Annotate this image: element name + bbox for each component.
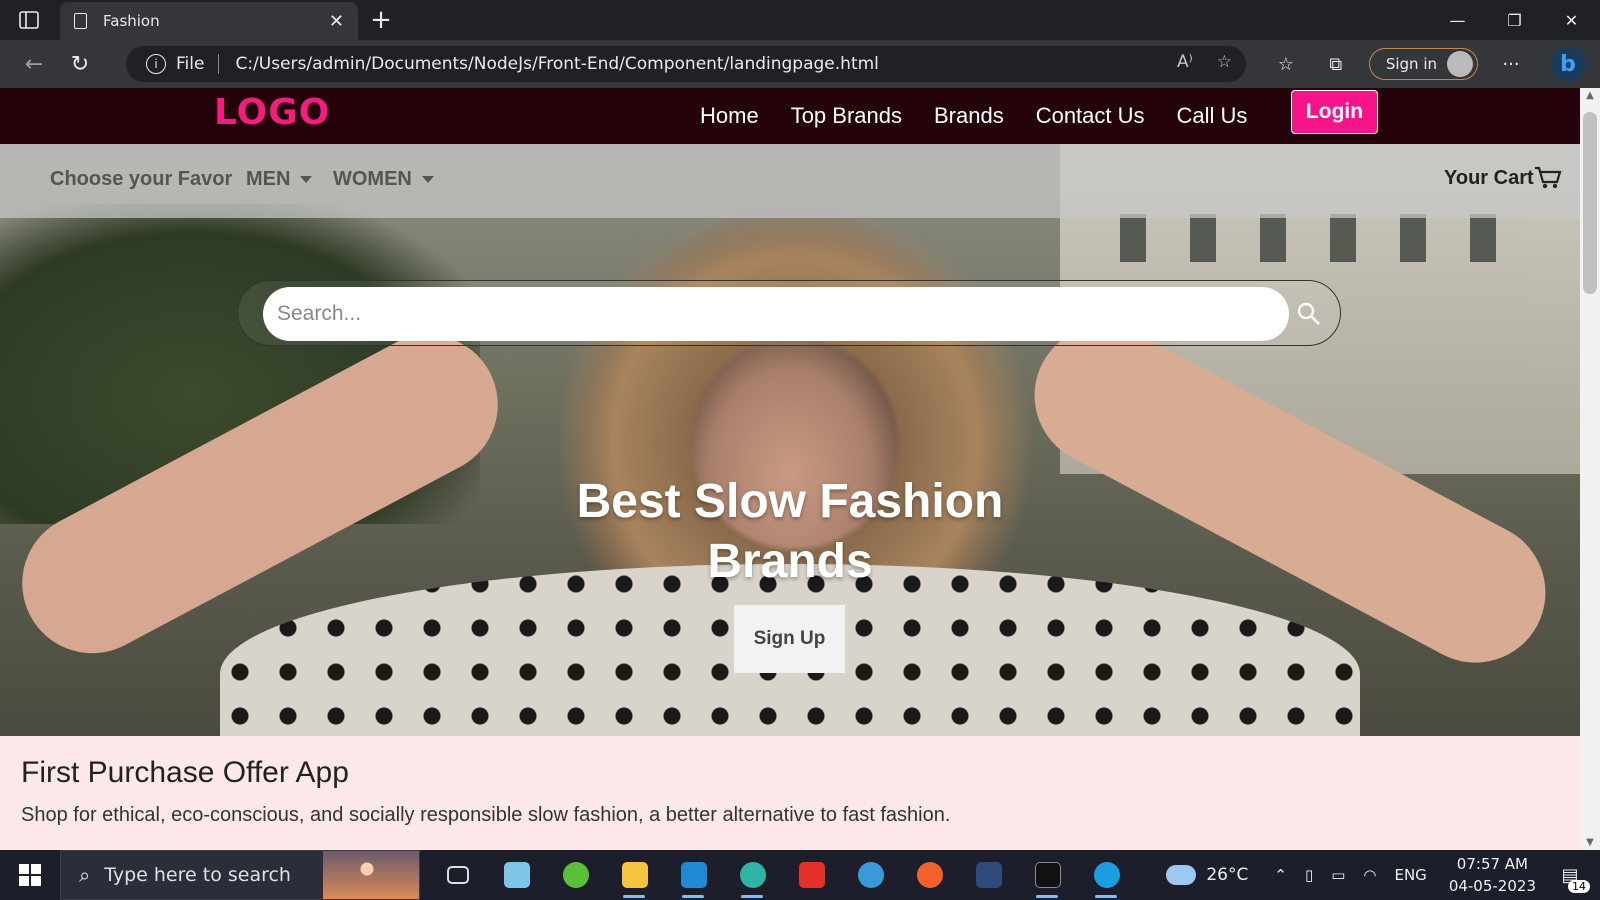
vscode-icon[interactable] <box>664 850 723 900</box>
login-button[interactable]: Login <box>1291 90 1378 134</box>
sign-up-button[interactable]: Sign Up <box>734 605 845 673</box>
address-bar: ← ↻ i File C:/Users/admin/Documents/Node… <box>0 40 1600 88</box>
clock[interactable]: 07:57 AM 04-05-2023 <box>1449 853 1536 897</box>
nav-home[interactable]: Home <box>700 103 759 129</box>
hero-headline: Best Slow Fashion Brands <box>576 475 1004 588</box>
restore-icon[interactable]: ❐ <box>1486 0 1543 40</box>
windows-taskbar: ⌕ Type here to search 26°C ⌃ ▯ ▭ ◠ ENG 0… <box>0 850 1600 900</box>
men-label: MEN <box>246 168 291 190</box>
node-app-icon[interactable] <box>546 850 605 900</box>
search-highlight-image <box>323 851 419 899</box>
offer-section: First Purchase Offer App Shop for ethica… <box>0 736 1580 850</box>
network-app-icon[interactable] <box>959 850 1018 900</box>
wifi-icon[interactable]: ◠ <box>1363 866 1376 884</box>
favorites-icon[interactable]: ☆ <box>1261 54 1311 75</box>
more-menu-icon[interactable]: ··· <box>1486 54 1536 75</box>
chevron-up-icon[interactable]: ⌃ <box>1274 866 1287 884</box>
wps-office-icon[interactable] <box>782 850 841 900</box>
page-viewport: LOGO Home Top Brands Brands Contact Us C… <box>0 88 1580 850</box>
top-navbar: LOGO Home Top Brands Brands Contact Us C… <box>0 88 1580 144</box>
url-divider <box>218 54 220 74</box>
cloud-icon <box>1166 865 1197 885</box>
weather-temp: 26°C <box>1206 865 1249 885</box>
read-aloud-icon[interactable]: A⁾ <box>1177 52 1193 72</box>
edge-browser-icon[interactable] <box>1077 850 1136 900</box>
cart-label: Your Cart <box>1444 166 1534 189</box>
task-view-icon[interactable] <box>428 850 487 900</box>
url-scheme: File <box>176 54 205 74</box>
category-bar: Choose your Favor MEN WOMEN Your Cart <box>0 144 1580 218</box>
chevron-down-icon <box>421 176 434 184</box>
bing-icon[interactable]: b <box>1550 46 1586 82</box>
file-explorer-icon[interactable] <box>605 850 664 900</box>
notepad-icon[interactable] <box>487 850 546 900</box>
offer-text: Shop for ethical, eco-conscious, and soc… <box>21 804 951 826</box>
hero-section: Choose your Favor MEN WOMEN Your Cart Be… <box>0 144 1580 736</box>
women-label: WOMEN <box>333 168 412 190</box>
logo[interactable]: LOGO <box>214 92 330 133</box>
scroll-down-icon[interactable]: ▼ <box>1584 837 1596 848</box>
nav-brands[interactable]: Brands <box>934 103 1004 129</box>
page-scrollbar[interactable]: ▲ ▼ <box>1580 88 1600 850</box>
main-nav: Home Top Brands Brands Contact Us Call U… <box>700 88 1279 144</box>
search-icon[interactable] <box>1290 295 1328 333</box>
tab-title: Fashion <box>103 12 160 30</box>
choose-favor-label: Choose your Favor <box>50 168 233 190</box>
browser-tab[interactable]: Fashion ✕ <box>60 2 358 40</box>
window-controls: — ❐ ✕ <box>1429 0 1600 40</box>
device-icon[interactable]: ▯ <box>1305 866 1313 884</box>
close-tab-icon[interactable]: ✕ <box>329 11 344 32</box>
notifications-icon[interactable]: ▤ 14 <box>1550 855 1590 895</box>
battery-icon[interactable]: ▭ <box>1331 866 1345 884</box>
search-icon: ⌕ <box>79 863 91 887</box>
cart-icon <box>1534 166 1562 189</box>
nav-contact-us[interactable]: Contact Us <box>1036 103 1145 129</box>
document-icon <box>74 13 87 29</box>
minimize-icon[interactable]: — <box>1429 0 1486 40</box>
avatar <box>1447 51 1473 77</box>
men-dropdown[interactable]: MEN <box>246 168 313 191</box>
close-window-icon[interactable]: ✕ <box>1543 0 1600 40</box>
scrollbar-thumb[interactable] <box>1583 112 1597 294</box>
new-tab-icon[interactable]: + <box>366 4 396 36</box>
taskbar-apps <box>428 850 1136 900</box>
url-text[interactable]: C:/Users/admin/Documents/NodeJs/Front-En… <box>235 54 878 74</box>
sign-in-label: Sign in <box>1385 55 1437 73</box>
taskbar-search[interactable]: ⌕ Type here to search <box>60 850 420 900</box>
taskbar-search-placeholder: Type here to search <box>104 864 291 886</box>
offer-title: First Purchase Offer App <box>21 756 349 789</box>
info-icon[interactable]: i <box>146 54 166 74</box>
notification-count: 14 <box>1568 880 1590 893</box>
pencil-app-icon[interactable] <box>900 850 959 900</box>
weather-widget[interactable]: 26°C <box>1166 865 1248 885</box>
url-actions: A⁾ ☆ <box>1177 52 1232 72</box>
search-input[interactable] <box>263 287 1289 341</box>
url-field[interactable]: i File C:/Users/admin/Documents/NodeJs/F… <box>126 46 1246 82</box>
toolbar-right: ☆ ⧉ Sign in ··· b <box>1261 40 1600 88</box>
edge-dev-icon[interactable] <box>841 850 900 900</box>
clock-time: 07:57 AM <box>1456 855 1528 873</box>
sign-in-button[interactable]: Sign in <box>1368 48 1478 80</box>
collections-icon[interactable]: ⧉ <box>1311 54 1361 75</box>
back-icon[interactable]: ← <box>14 44 54 84</box>
browser-tab-bar: Fashion ✕ + — ❐ ✕ <box>0 0 1600 40</box>
scroll-up-icon[interactable]: ▲ <box>1584 90 1596 101</box>
language-indicator[interactable]: ENG <box>1394 866 1426 884</box>
refresh-icon[interactable]: ↻ <box>60 44 100 84</box>
cart-link[interactable]: Your Cart <box>1444 166 1562 190</box>
women-dropdown[interactable]: WOMEN <box>333 168 434 191</box>
nav-call-us[interactable]: Call Us <box>1177 103 1248 129</box>
chevron-down-icon <box>300 176 313 184</box>
edge-icon[interactable] <box>723 850 782 900</box>
search-bar <box>237 280 1341 346</box>
tab-actions-icon[interactable] <box>0 0 58 40</box>
tray-icons: ⌃ ▯ ▭ ◠ <box>1274 866 1376 884</box>
terminal-icon[interactable] <box>1018 850 1077 900</box>
add-favorite-icon[interactable]: ☆ <box>1217 52 1232 72</box>
windows-start-icon[interactable] <box>0 850 60 900</box>
clock-date: 04-05-2023 <box>1448 877 1536 895</box>
nav-top-brands[interactable]: Top Brands <box>791 103 902 129</box>
system-tray: 26°C ⌃ ▯ ▭ ◠ ENG 07:57 AM 04-05-2023 ▤ 14 <box>1166 850 1600 900</box>
